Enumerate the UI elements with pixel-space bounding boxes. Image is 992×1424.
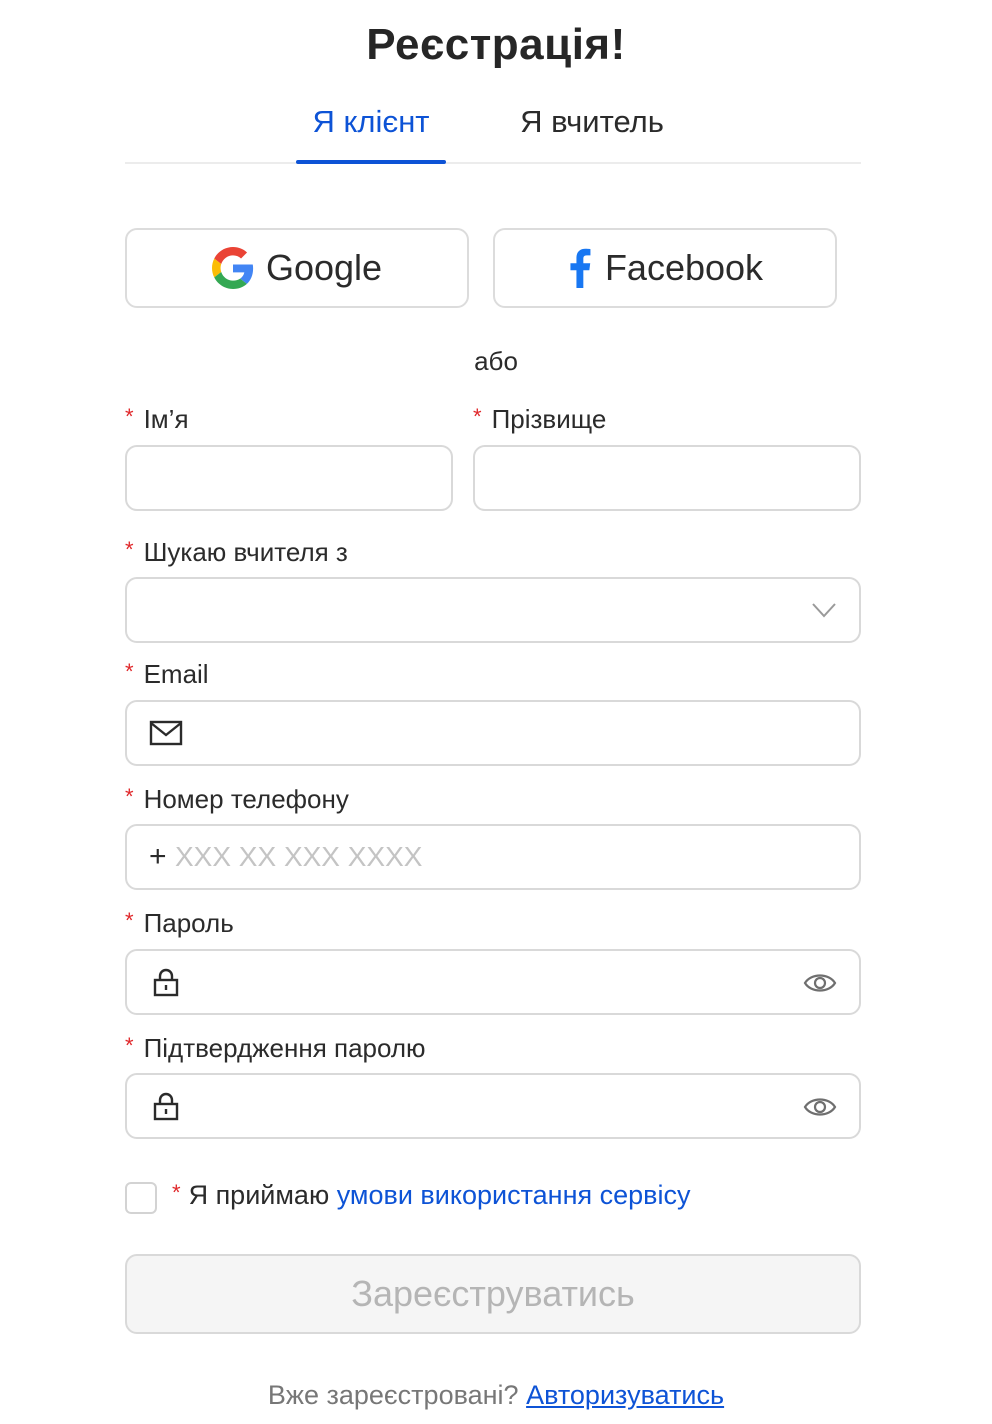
first-name-field[interactable] [125,445,453,511]
eye-icon[interactable] [803,969,837,997]
password-confirm-input[interactable] [201,1075,781,1137]
role-tabs: Я клієнт Я вчитель [125,96,861,164]
phone-field[interactable]: + [125,824,861,890]
required-mark: * [125,659,134,684]
terms-link[interactable]: умови використання сервісу [337,1180,691,1210]
last-name-label: * Прізвище [473,404,607,434]
eye-icon[interactable] [803,1093,837,1121]
phone-prefix: + [149,840,167,873]
register-button[interactable]: Зареєструватись [125,1254,861,1334]
google-label: Google [265,247,383,288]
password-input[interactable] [201,951,781,1013]
first-name-input[interactable] [147,447,431,509]
chevron-down-icon [812,603,836,618]
email-field[interactable] [125,700,861,766]
required-mark: * [125,404,134,429]
required-mark: * [473,404,482,429]
envelope-icon [149,720,183,746]
password-label: * Пароль [125,908,234,938]
tab-client[interactable]: Я клієнт [296,96,446,164]
required-mark: * [125,537,134,562]
google-icon [211,247,254,289]
required-mark: * [125,1033,134,1058]
google-signup-button[interactable]: Google [125,228,469,308]
tab-teacher[interactable]: Я вчитель [507,96,677,164]
terms-checkbox[interactable] [125,1182,157,1214]
email-input[interactable] [201,702,841,764]
password-confirm-field[interactable] [125,1073,861,1139]
required-mark: * [125,908,134,933]
email-label: * Email [125,659,209,689]
page-title: Реєстрація! [366,20,626,69]
login-prompt: Вже зареєстровані? Авторизуватись [0,1380,992,1411]
lock-icon [153,968,179,997]
lock-icon [153,1092,179,1121]
password-field[interactable] [125,949,861,1015]
phone-label: * Номер телефону [125,784,349,814]
subject-select[interactable] [125,577,861,643]
required-mark: * [172,1180,181,1205]
active-tab-indicator [296,160,446,164]
required-mark: * [125,784,134,809]
last-name-input[interactable] [495,447,839,509]
last-name-field[interactable] [473,445,861,511]
login-prompt-text: Вже зареєстровані? [267,1380,519,1410]
or-divider: або [474,346,518,376]
facebook-signup-button[interactable]: Facebook [493,228,837,308]
subject-label: * Шукаю вчителя з [125,537,348,567]
phone-input[interactable] [175,826,835,888]
first-name-label: * Ім’я [125,404,189,434]
facebook-icon [570,248,591,288]
password-confirm-label: * Підтвердження паролю [125,1033,426,1063]
login-link[interactable]: Авторизуватись [526,1380,724,1410]
facebook-label: Facebook [604,247,764,288]
terms-text: * Я приймаю умови використання сервісу [172,1180,691,1210]
